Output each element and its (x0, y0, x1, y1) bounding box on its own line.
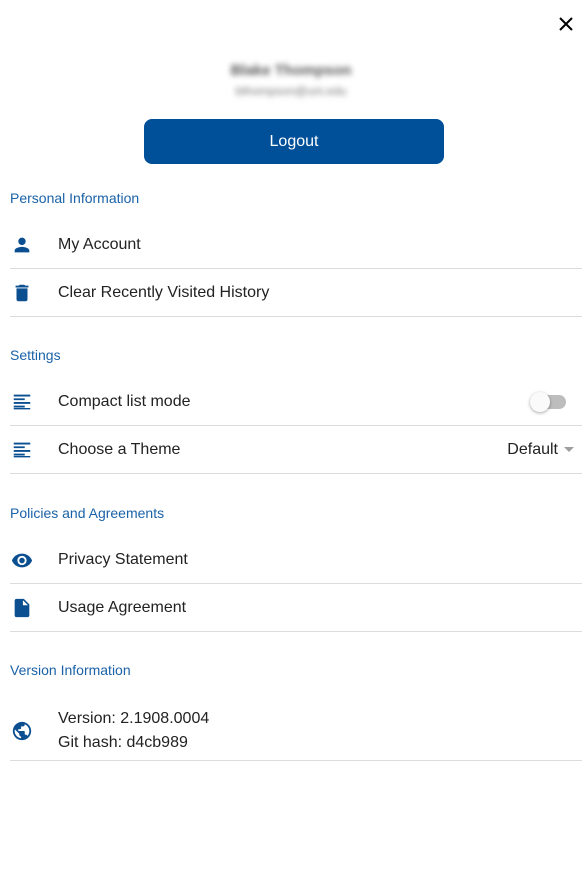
toggle-knob (530, 391, 550, 412)
compact-mode-toggle[interactable] (530, 391, 566, 412)
menu-item-label: Clear Recently Visited History (58, 283, 270, 301)
menu-item-privacy-statement[interactable]: Privacy Statement (10, 536, 582, 584)
setting-choose-theme[interactable]: Choose a Theme Default (10, 426, 582, 474)
close-button[interactable] (554, 12, 578, 36)
version-number: Version: 2.1908.0004 (58, 709, 210, 727)
version-text: Version: 2.1908.0004 Git hash: d4cb989 (58, 707, 209, 755)
chevron-down-icon (564, 447, 574, 452)
setting-compact-list-mode[interactable]: Compact list mode (10, 378, 582, 426)
document-icon (10, 596, 34, 620)
close-icon (559, 17, 573, 31)
menu-item-label: My Account (58, 235, 141, 253)
logout-button[interactable]: Logout (144, 119, 444, 164)
section-title-settings: Settings (10, 347, 61, 363)
user-email: bthompson@uni.edu (235, 84, 347, 98)
user-profile: Blake Thompson bthompson@uni.edu (0, 60, 582, 100)
version-info: Version: 2.1908.0004 Git hash: d4cb989 (10, 701, 582, 761)
user-name: Blake Thompson (230, 62, 352, 79)
person-icon (10, 233, 34, 257)
list-icon (10, 438, 34, 462)
menu-item-label: Usage Agreement (58, 598, 187, 616)
menu-item-usage-agreement[interactable]: Usage Agreement (10, 584, 582, 632)
list-icon (10, 390, 34, 414)
menu-item-clear-history[interactable]: Clear Recently Visited History (10, 269, 582, 317)
menu-item-my-account[interactable]: My Account (10, 221, 582, 269)
setting-label: Compact list mode (58, 392, 191, 410)
menu-item-label: Privacy Statement (58, 550, 188, 568)
theme-select[interactable]: Default (507, 441, 574, 459)
theme-select-value: Default (507, 440, 558, 458)
eye-icon (10, 548, 34, 572)
trash-icon (10, 281, 34, 305)
git-hash: Git hash: d4cb989 (58, 733, 188, 751)
setting-label: Choose a Theme (58, 440, 181, 458)
section-title-personal: Personal Information (10, 190, 140, 206)
globe-icon (10, 719, 34, 743)
section-title-policies: Policies and Agreements (10, 505, 165, 521)
section-title-version: Version Information (10, 662, 131, 678)
